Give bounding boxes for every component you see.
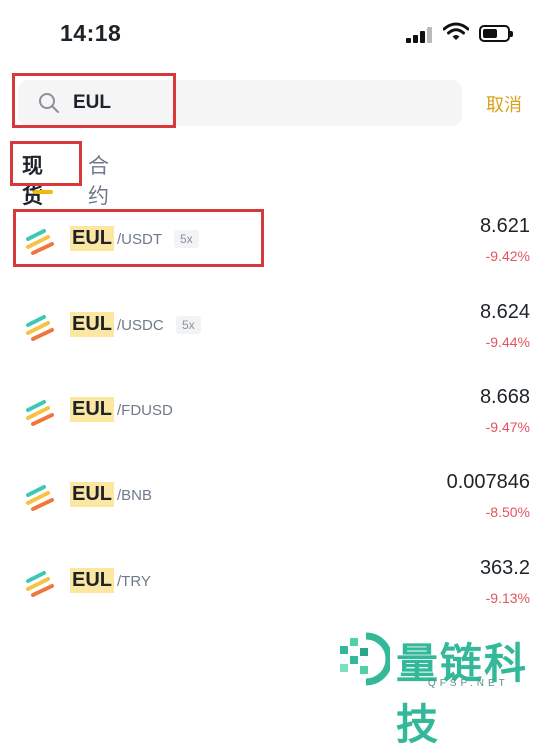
pair-change: -9.47% [485,419,530,435]
eul-coin-icon [26,315,54,341]
pair-quote: /USDC [117,317,164,334]
pair-price: 363.2 [479,557,530,579]
cellular-signal-icon [406,27,432,43]
pair-price: 8.621 [479,215,530,237]
search-icon [39,93,59,113]
watermark: 量链科技 QFSP.NET [336,630,554,748]
pair-quote: /USDT [117,231,162,248]
pair-row-try[interactable]: EUL /TRY 363.2 -9.13% [0,554,554,639]
pair-price: 8.668 [479,386,530,408]
tab-spot[interactable]: 现货 [22,150,43,210]
pair-base: EUL [70,568,114,593]
pair-base: EUL [70,397,114,422]
pair-price: 0.007846 [446,471,530,493]
pair-quote: /BNB [117,487,153,504]
pair-base: EUL [70,482,114,507]
status-time: 14:18 [60,20,122,46]
eul-coin-icon [26,485,54,511]
eul-coin-icon [26,229,54,255]
watermark-subtitle: QFSP.NET [428,678,509,689]
pair-row-usdt[interactable]: EUL /USDT 5x 8.621 -9.42% [0,212,554,297]
pair-row-usdc[interactable]: EUL /USDC 5x 8.624 -9.44% [0,298,554,383]
pair-change: -9.44% [485,334,530,350]
watermark-title: 量链科技 [396,640,529,748]
search-input[interactable]: EUL [73,92,111,114]
wifi-icon [443,22,469,40]
leverage-badge: 5x [174,230,199,248]
watermark-logo-icon [340,632,390,686]
status-bar: 14:18 [0,0,554,62]
pair-change: -9.13% [485,590,530,606]
tab-futures[interactable]: 合约 [88,150,109,210]
leverage-badge: 5x [176,316,201,334]
battery-icon [479,25,513,42]
pair-change: -9.42% [485,248,530,264]
eul-coin-icon [26,400,54,426]
pair-quote: /TRY [117,573,151,590]
cancel-button[interactable]: 取消 [486,91,522,117]
pair-quote: /FDUSD [117,402,173,419]
pair-change: -8.50% [485,504,530,520]
pair-base: EUL [70,312,114,337]
pair-price: 8.624 [479,301,530,323]
eul-coin-icon [26,571,54,597]
highlight-spot-tab [10,141,82,186]
pair-row-fdusd[interactable]: EUL /FDUSD 8.668 -9.47% [0,383,554,468]
pair-base: EUL [70,226,114,251]
search-box[interactable]: EUL [18,80,462,126]
pair-row-bnb[interactable]: EUL /BNB 0.007846 -8.50% [0,468,554,553]
active-tab-indicator [33,190,53,194]
